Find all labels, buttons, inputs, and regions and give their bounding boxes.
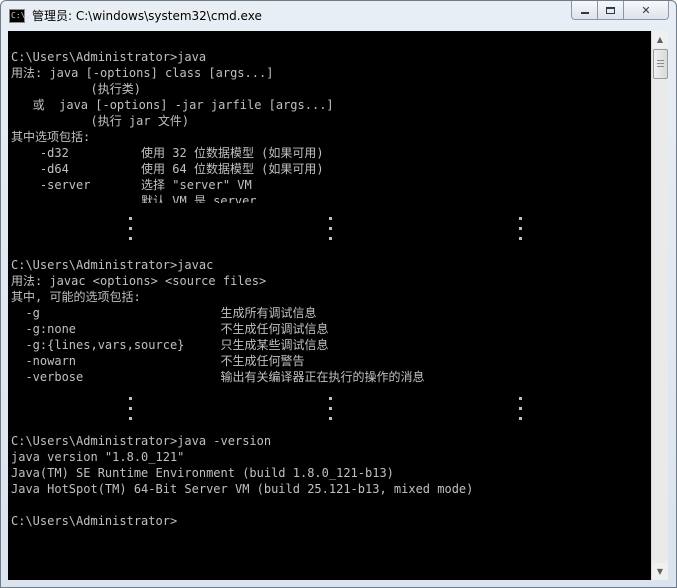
ellipsis-dot xyxy=(129,397,132,400)
minimize-button[interactable] xyxy=(571,1,598,20)
scroll-thumb[interactable] xyxy=(653,49,668,79)
ellipsis-dot xyxy=(519,397,522,400)
ellipsis-dot xyxy=(519,227,522,230)
console-line: -g:{lines,vars,source} 只生成某些调试信息 xyxy=(11,338,329,352)
minimize-icon xyxy=(580,12,589,14)
ellipsis-dot xyxy=(129,417,132,420)
console-line: C:\Users\Administrator>java -version xyxy=(11,434,272,448)
console-line: -g 生成所有调试信息 xyxy=(11,306,317,320)
console-line: 其中, 可能的选项包括: xyxy=(11,290,141,304)
vertical-scrollbar[interactable]: ▲ ▼ xyxy=(651,31,668,580)
console-prompt[interactable]: C:\Users\Administrator> xyxy=(11,513,177,529)
ellipsis-dot xyxy=(329,407,332,410)
console-line: C:\Users\Administrator>javac xyxy=(11,258,214,272)
console-output[interactable]: C:\Users\Administrator>java 用法: java [-o… xyxy=(8,31,651,580)
ellipsis-dot xyxy=(519,407,522,410)
scroll-down-button[interactable]: ▼ xyxy=(652,563,668,580)
ellipsis-dot xyxy=(129,407,132,410)
console-line: C:\Users\Administrator>java xyxy=(11,50,207,64)
console-line: java version "1.8.0_121" xyxy=(11,450,185,464)
console-line: 用法: javac <options> <source files> xyxy=(11,274,267,288)
console-line: -nowarn 不生成任何警告 xyxy=(11,354,305,368)
ellipsis-dot xyxy=(129,217,132,220)
window-title: 管理员: C:\windows\system32\cmd.exe xyxy=(32,9,262,23)
console-line: -d32 使用 32 位数据模型 (如果可用) xyxy=(11,146,324,160)
console-line: 其中选项包括: xyxy=(11,130,91,144)
ellipsis-dot xyxy=(519,237,522,240)
maximize-icon xyxy=(606,6,615,14)
cmd-window: C:\. 管理员: C:\windows\system32\cmd.exe ✕ … xyxy=(0,0,677,588)
console-line: -g:none 不生成任何调试信息 xyxy=(11,322,329,336)
grip-line xyxy=(657,63,664,64)
grip-line xyxy=(657,60,664,61)
ellipsis-dot xyxy=(329,417,332,420)
console-line: -server 选择 "server" VM xyxy=(11,178,252,192)
close-button[interactable]: ✕ xyxy=(624,1,669,20)
vertical-ellipsis-row xyxy=(8,217,651,247)
ellipsis-dot xyxy=(129,237,132,240)
close-icon: ✕ xyxy=(641,3,651,17)
console-line: -d64 使用 64 位数据模型 (如果可用) xyxy=(11,162,324,176)
ellipsis-dot xyxy=(519,417,522,420)
console-line: 或 java [-options] -jar jarfile [args...] xyxy=(11,98,334,112)
chevron-up-icon: ▲ xyxy=(656,35,664,44)
scroll-up-button[interactable]: ▲ xyxy=(652,31,668,48)
ellipsis-dot xyxy=(129,227,132,230)
console-line: Java HotSpot(TM) 64-Bit Server VM (build… xyxy=(11,482,474,496)
console-line: 用法: java [-options] class [args...] xyxy=(11,66,274,80)
console-line-truncated: 默认 VM 是 server xyxy=(11,194,257,203)
grip-line xyxy=(657,66,664,67)
ellipsis-dot xyxy=(329,397,332,400)
title-bar[interactable]: C:\. 管理员: C:\windows\system32\cmd.exe ✕ xyxy=(1,1,676,31)
ellipsis-dot xyxy=(519,217,522,220)
console-line: -verbose 输出有关编译器正在执行的操作的消息 xyxy=(11,370,425,384)
console-line: (执行 jar 文件) xyxy=(11,114,190,128)
console-line: (执行类) xyxy=(11,82,141,96)
maximize-button[interactable] xyxy=(598,1,624,20)
console-line: Java(TM) SE Runtime Environment (build 1… xyxy=(11,466,394,480)
ellipsis-dot xyxy=(329,217,332,220)
vertical-ellipsis-row xyxy=(8,397,651,427)
cmd-app-icon[interactable]: C:\. xyxy=(9,9,30,23)
ellipsis-dot xyxy=(329,227,332,230)
caption-buttons: ✕ xyxy=(571,1,669,21)
ellipsis-dot xyxy=(329,237,332,240)
chevron-down-icon: ▼ xyxy=(656,567,664,576)
